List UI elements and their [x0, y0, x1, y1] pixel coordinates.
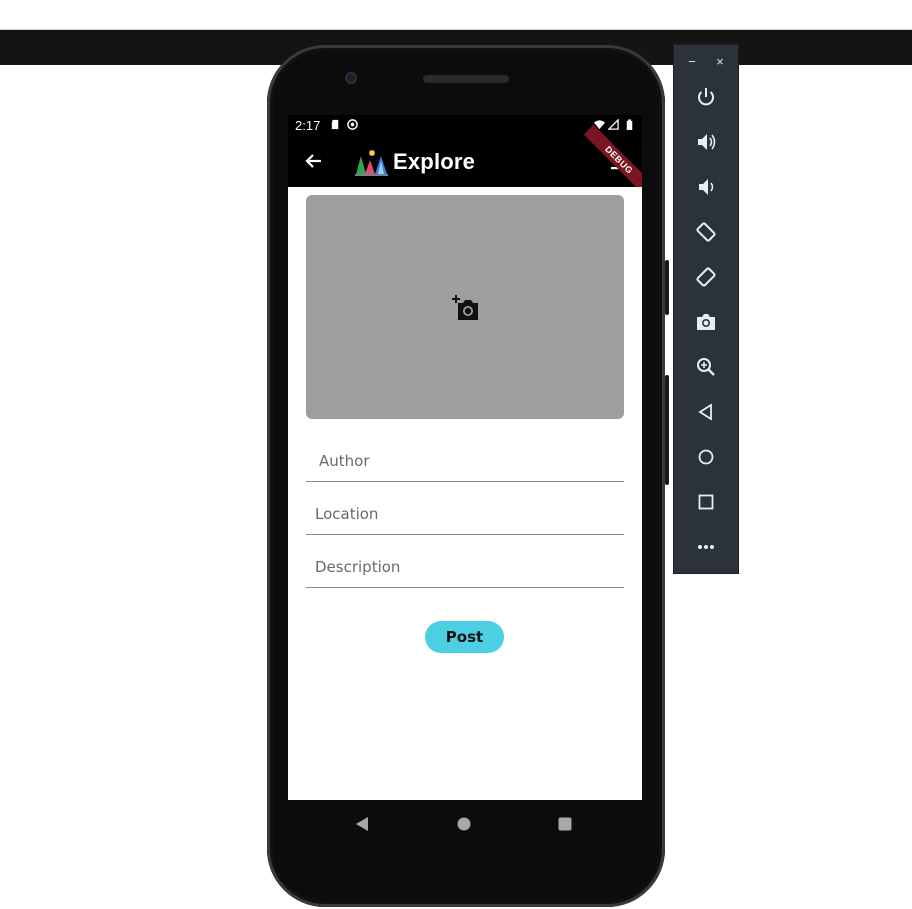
image-picker[interactable]	[306, 195, 624, 419]
sync-status-icon	[347, 119, 358, 130]
sd-card-icon	[331, 119, 339, 130]
signal-icon	[608, 119, 619, 130]
android-nav-bar	[288, 800, 642, 848]
volume-side-button	[665, 260, 669, 315]
volume-up-button[interactable]	[692, 128, 720, 156]
status-time: 2:17	[295, 118, 321, 133]
app-bar: Explore DEBUG	[288, 124, 642, 196]
volume-down-button[interactable]	[692, 173, 720, 201]
emulator-more-button[interactable]	[692, 533, 720, 561]
author-field[interactable]	[306, 441, 624, 482]
explore-form: Post	[288, 187, 642, 800]
more-icon	[698, 545, 714, 549]
nav-recents-button[interactable]	[555, 814, 575, 834]
screenshot-camera-icon	[697, 314, 715, 330]
recents-square-icon	[558, 817, 572, 831]
close-button[interactable]: ×	[712, 53, 728, 69]
phone-frame: 2:17 Explore DEBUG Author Location Descr…	[267, 45, 669, 907]
overview-icon	[698, 494, 714, 510]
battery-icon	[626, 119, 633, 130]
rotate-right-icon	[696, 267, 716, 287]
app-title: Explore	[393, 149, 476, 174]
back-triangle-icon	[356, 817, 368, 831]
nav-back-button[interactable]	[352, 814, 372, 834]
arrow-back-icon	[305, 154, 321, 168]
minimize-button[interactable]: −	[684, 53, 700, 69]
power-side-button	[665, 375, 669, 485]
emulator-overview-button[interactable]	[692, 488, 720, 516]
power-icon	[698, 88, 714, 106]
back-button[interactable]	[300, 147, 328, 175]
zoom-button[interactable]	[692, 353, 720, 381]
rotate-left-button[interactable]	[692, 218, 720, 246]
add-a-photo-icon	[452, 295, 478, 320]
emulator-control-panel: − ×	[673, 44, 739, 574]
volume-down-icon	[699, 179, 714, 195]
zoom-icon	[697, 358, 715, 376]
description-input[interactable]	[306, 547, 624, 587]
description-field[interactable]	[306, 547, 624, 588]
emulator-home-button[interactable]	[692, 443, 720, 471]
power-button[interactable]	[692, 83, 720, 111]
screenshot-button[interactable]	[692, 308, 720, 336]
volume-up-icon	[698, 134, 716, 150]
location-input[interactable]	[306, 494, 624, 534]
emulator-back-button[interactable]	[692, 398, 720, 426]
home-icon	[698, 449, 714, 465]
author-input[interactable]	[306, 441, 624, 481]
location-field[interactable]	[306, 494, 624, 535]
app-logo-icon	[355, 150, 388, 176]
rotate-left-icon	[696, 222, 716, 242]
front-camera	[345, 72, 357, 84]
phone-screen: 2:17 Explore DEBUG Author Location Descr…	[288, 115, 642, 800]
rotate-right-button[interactable]	[692, 263, 720, 291]
home-circle-icon	[457, 817, 471, 831]
post-button[interactable]: Post	[425, 621, 504, 653]
nav-home-button[interactable]	[454, 814, 474, 834]
back-icon	[698, 403, 712, 421]
earpiece-speaker	[423, 75, 509, 83]
